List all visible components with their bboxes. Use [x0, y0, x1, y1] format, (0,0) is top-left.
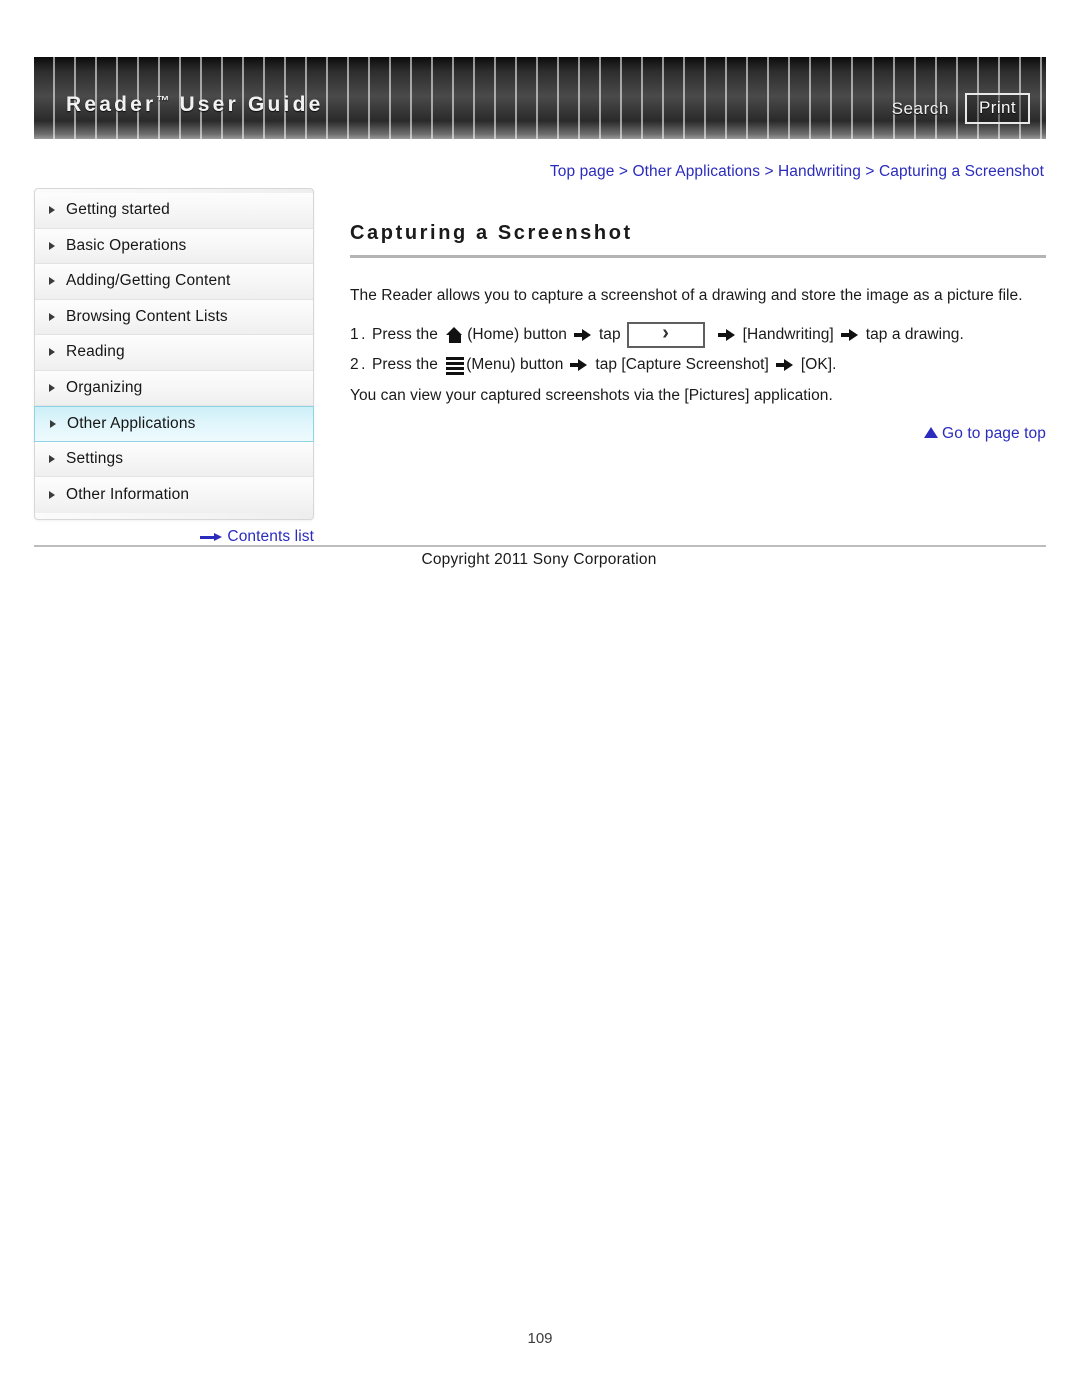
menu-icon [446, 356, 465, 375]
go-to-page-top-label: Go to page top [942, 424, 1046, 442]
step-2-number: 2. [350, 356, 368, 373]
chevron-right-button-icon [626, 319, 705, 348]
trademark-symbol: ™ [156, 93, 171, 108]
app-title-suffix: User Guide [170, 93, 324, 116]
breadcrumb-separator: > [760, 163, 779, 180]
triangle-right-icon [49, 241, 55, 250]
sidebar-item-browsing-content-lists[interactable]: Browsing Content Lists [35, 299, 313, 335]
sidebar-item-label: Organizing [66, 378, 143, 396]
search-link[interactable]: Search [892, 99, 949, 119]
copyright-text: Copyright 2011 Sony Corporation [421, 551, 657, 568]
sidebar-item-label: Other Information [66, 485, 190, 503]
triangle-right-icon [49, 454, 55, 463]
sidebar-nav: Getting started Basic Operations Adding/… [34, 188, 314, 520]
contents-list-link[interactable]: Contents list [34, 528, 314, 546]
page-title: Capturing a Screenshot [350, 222, 633, 244]
step-1: 1. Press the (Home) button tap [Handwrit… [350, 319, 1046, 350]
sidebar-item-other-applications[interactable]: Other Applications [34, 406, 314, 442]
breadcrumb-item-handwriting[interactable]: Handwriting [778, 163, 861, 180]
triangle-right-icon [49, 490, 55, 499]
step-2-text-part1: Press the [371, 356, 443, 373]
step-1-text-part4: tap a drawing. [865, 326, 964, 343]
breadcrumb-item-capturing-a-screenshot[interactable]: Capturing a Screenshot [879, 163, 1044, 180]
note-paragraph: You can view your captured screenshots v… [350, 387, 833, 404]
breadcrumb-separator: > [860, 163, 879, 180]
step-2-text-part3: [OK]. [800, 356, 837, 373]
home-icon [446, 327, 463, 343]
app-header: Reader™ User Guide Search Print [34, 57, 1046, 139]
step-2: 2. Press the (Menu) button tap [Capture … [350, 350, 1046, 380]
sidebar-item-label: Settings [66, 449, 124, 467]
sidebar-item-organizing[interactable]: Organizing [35, 370, 313, 406]
breadcrumb-item-top-page[interactable]: Top page [550, 163, 615, 180]
app-title: Reader™ User Guide [66, 93, 323, 117]
breadcrumb-item-other-applications[interactable]: Other Applications [632, 163, 760, 180]
go-to-page-top-link[interactable]: Go to page top [350, 425, 1046, 443]
print-button[interactable]: Print [965, 93, 1030, 124]
step-1-number: 1. [350, 326, 368, 343]
sidebar-item-label: Basic Operations [66, 236, 187, 254]
sidebar-item-reading[interactable]: Reading [35, 335, 313, 371]
arrow-right-icon [573, 329, 592, 341]
sidebar-item-label: Browsing Content Lists [66, 307, 228, 325]
page-number: 109 [527, 1330, 553, 1347]
breadcrumb-separator: > [614, 163, 633, 180]
sidebar-item-label: Adding/Getting Content [66, 272, 231, 290]
triangle-right-icon [49, 277, 55, 286]
step-2-menu-label: (Menu) button [466, 356, 564, 373]
sidebar-item-adding-getting-content[interactable]: Adding/Getting Content [35, 264, 313, 300]
step-1-text-part3: [Handwriting] [742, 326, 834, 343]
contents-list-label: Contents list [227, 528, 314, 545]
sidebar-item-label: Other Applications [67, 414, 196, 432]
triangle-right-icon [49, 312, 55, 321]
sidebar-item-label: Reading [66, 343, 125, 361]
app-title-text: Reader [66, 93, 157, 116]
arrow-right-icon [775, 359, 794, 371]
step-1-text-part1: Press the [371, 326, 443, 343]
triangle-right-icon [49, 206, 55, 215]
triangle-right-icon [49, 348, 55, 357]
main-content: Capturing a Screenshot The Reader allows… [350, 222, 1046, 443]
sidebar-item-settings[interactable]: Settings [35, 441, 313, 477]
step-1-home-label: (Home) button [467, 326, 567, 343]
intro-paragraph: The Reader allows you to capture a scree… [350, 287, 1023, 304]
arrow-right-icon [717, 329, 736, 341]
triangle-up-icon [924, 426, 939, 438]
arrow-right-icon [570, 359, 588, 371]
arrow-right-icon [840, 329, 859, 341]
title-divider [350, 255, 1046, 258]
breadcrumb: Top page > Other Applications > Handwrit… [34, 163, 1044, 181]
triangle-right-icon [49, 383, 55, 392]
sidebar-item-other-information[interactable]: Other Information [35, 477, 313, 513]
header-actions: Search Print [892, 93, 1030, 124]
step-1-text-part2: tap [598, 326, 621, 343]
triangle-right-icon [50, 419, 56, 428]
sidebar-item-basic-operations[interactable]: Basic Operations [35, 228, 313, 264]
sidebar-item-getting-started[interactable]: Getting started [35, 193, 313, 229]
footer-divider [34, 545, 1046, 547]
sidebar-item-label: Getting started [66, 201, 170, 219]
arrow-right-icon [200, 532, 223, 542]
step-2-text-part2: tap [Capture Screenshot] [595, 356, 769, 373]
